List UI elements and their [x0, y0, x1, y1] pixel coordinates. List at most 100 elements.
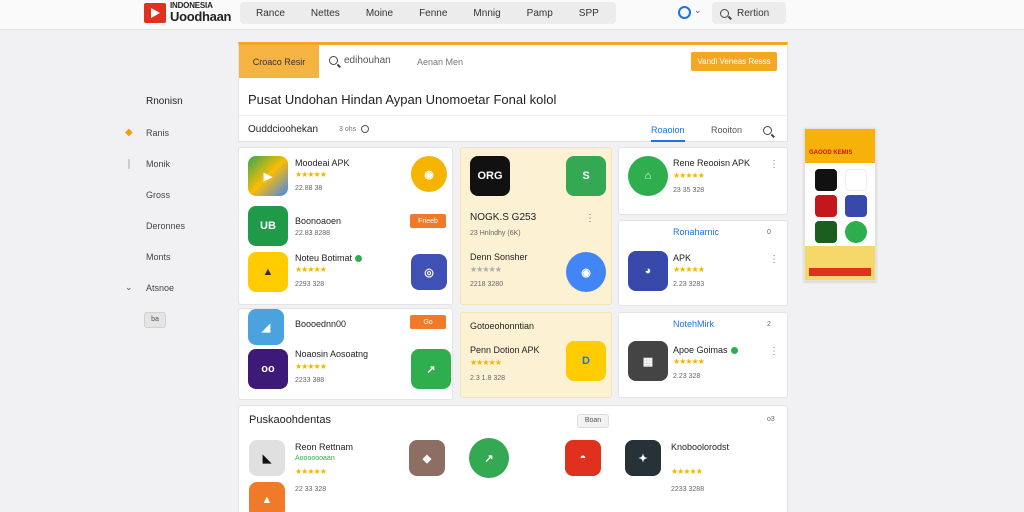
sidebar-item-6[interactable]: Atsnoe: [146, 283, 174, 293]
sidebar-button[interactable]: ba: [144, 312, 166, 328]
nav-item-2[interactable]: Nettes: [298, 8, 353, 19]
app-icon[interactable]: ◉: [566, 252, 606, 292]
app-icon[interactable]: ◓: [565, 440, 601, 476]
install-pill[interactable]: Go: [410, 315, 446, 329]
top-nav: Rance Nettes Moine Fenne Mnnig Pamp SPP: [240, 2, 616, 24]
section-count: 3 ohs: [339, 126, 357, 133]
app-icon[interactable]: [845, 221, 867, 243]
sidebar-item-3[interactable]: Gross: [146, 190, 170, 200]
app-icon[interactable]: ORG: [470, 156, 510, 196]
sidebar-item-2[interactable]: Monik: [146, 159, 170, 169]
top-search-button[interactable]: Rertion: [712, 2, 786, 24]
app-icon[interactable]: ◕: [628, 251, 668, 291]
nav-item-1[interactable]: Rance: [244, 8, 298, 19]
app-icon[interactable]: ⌂: [628, 156, 668, 196]
search-icon: [720, 8, 729, 18]
app-card-column-1: ▶ Moodeai APK ★★★★★ 22.88 38 ◉ UB Boonoa…: [238, 147, 453, 305]
app-name[interactable]: Noteu Botimat: [295, 253, 363, 263]
rating-stars: ★★★★★: [470, 358, 502, 367]
rating-stars: ★★★★★: [295, 362, 327, 371]
more-icon[interactable]: ⋮: [769, 255, 779, 265]
app-card-column-2b: Gotoeohonntian Penn Dotion APK ★★★★★ 2.3…: [460, 312, 612, 398]
app-icon[interactable]: [815, 221, 837, 243]
app-meta: 22.83 8288: [295, 230, 331, 237]
tab-other[interactable]: Rooiton: [711, 125, 742, 135]
app-icon[interactable]: ▦: [628, 341, 668, 381]
nav-item-5[interactable]: Mnnig: [460, 8, 513, 19]
rating-stars: ★★★★★: [295, 265, 327, 274]
main-search-text: edihouhan: [344, 55, 391, 66]
app-icon[interactable]: D: [566, 341, 606, 381]
section-label[interactable]: Ronaharnic: [673, 227, 719, 237]
app-name[interactable]: Rene Reooisn APK: [673, 158, 750, 168]
app-name[interactable]: Boonoaoen: [295, 216, 341, 226]
sidebar-item-1[interactable]: Ranis: [146, 128, 169, 138]
app-icon[interactable]: UB: [248, 206, 288, 246]
app-name[interactable]: Penn Dotion APK: [470, 345, 540, 355]
sidebar-item-4[interactable]: Deronnes: [146, 221, 185, 231]
app-icon[interactable]: oo: [248, 349, 288, 389]
ad-banner[interactable]: GAOOD KEMIS: [804, 128, 876, 281]
app-icon[interactable]: [845, 169, 867, 191]
chevron-down-icon[interactable]: ⌄: [694, 5, 702, 16]
search-icon: [329, 56, 338, 65]
app-meta: 23 35 328: [673, 187, 705, 194]
filter-button[interactable]: Boan: [577, 414, 609, 428]
nav-item-4[interactable]: Fenne: [406, 8, 460, 19]
app-name[interactable]: APK: [673, 253, 691, 263]
app-icon[interactable]: ◢: [248, 309, 284, 345]
main-panel: Croaco Resir edihouhan Aenan Men Vandi V…: [238, 42, 788, 142]
app-name[interactable]: Noaosin Aosoatng: [295, 349, 368, 359]
app-icon[interactable]: ✦: [625, 440, 661, 476]
app-icon[interactable]: ↗: [411, 349, 451, 389]
globe-icon[interactable]: [678, 6, 691, 19]
app-name[interactable]: Moodeai APK: [295, 158, 350, 168]
app-icon[interactable]: [815, 169, 837, 191]
more-icon[interactable]: ⋮: [769, 347, 779, 357]
nav-item-3[interactable]: Moine: [353, 8, 406, 19]
play-store-icon[interactable]: ▶: [248, 156, 288, 196]
rating-stars: ★★★★★: [295, 170, 327, 179]
logo-line-2: Uoodhaan: [170, 9, 232, 24]
app-icon[interactable]: ▲: [249, 482, 285, 512]
install-pill[interactable]: Frieeb: [410, 214, 446, 228]
app-icon[interactable]: S: [566, 156, 606, 196]
cta-button[interactable]: Vandi Veneas Resss: [691, 52, 777, 71]
search-icon[interactable]: [763, 126, 772, 135]
app-name[interactable]: Boooednn00: [295, 319, 346, 329]
info-icon[interactable]: [361, 125, 369, 133]
app-name[interactable]: Denn Sonsher: [470, 252, 528, 262]
category-button[interactable]: Croaco Resir: [239, 45, 319, 78]
divider-icon: [128, 159, 130, 169]
app-icon[interactable]: ↗: [469, 438, 509, 478]
nav-item-7[interactable]: SPP: [566, 8, 612, 19]
section-label[interactable]: NotehMirk: [673, 319, 714, 329]
app-name[interactable]: NOGK.S G253: [470, 212, 536, 223]
site-logo[interactable]: INDONESIA Uoodhaan: [144, 2, 231, 23]
app-icon[interactable]: ◣: [249, 440, 285, 476]
more-icon[interactable]: ⋮: [769, 160, 779, 170]
app-icon[interactable]: ◉: [411, 156, 447, 192]
sidebar-item-5[interactable]: Monts: [146, 252, 171, 262]
app-icon[interactable]: [815, 195, 837, 217]
rating-stars: ★★★★★: [671, 467, 703, 476]
main-search-input[interactable]: edihouhan: [329, 55, 391, 66]
nav-item-6[interactable]: Pamp: [514, 8, 566, 19]
app-name[interactable]: Knoboolorodst: [671, 442, 729, 452]
app-icon[interactable]: [845, 195, 867, 217]
chevron-down-icon[interactable]: ⌄: [125, 282, 133, 293]
app-icon[interactable]: ▲: [248, 252, 288, 292]
app-icon[interactable]: ◆: [409, 440, 445, 476]
app-card-column-1b: ◢ Boooednn00 Go oo Noaosin Aosoatng ★★★★…: [238, 308, 453, 400]
search-placeholder: Aenan Men: [417, 57, 464, 67]
app-meta: Aooooooaan: [295, 455, 335, 462]
app-meta: 22.88 38: [295, 185, 323, 192]
app-meta: 2233 3288: [671, 486, 705, 493]
rating-stars: ★★★★★: [673, 265, 705, 274]
app-icon[interactable]: ◎: [411, 254, 447, 290]
page-title: Pusat Undohan Hindan Aypan Unomoetar Fon…: [248, 92, 557, 107]
app-name[interactable]: Apoe Goimas: [673, 345, 738, 355]
tab-active[interactable]: Roaoion: [651, 125, 685, 142]
more-icon[interactable]: ⋮: [585, 214, 595, 224]
app-name[interactable]: Reon Rettnam: [295, 442, 353, 452]
